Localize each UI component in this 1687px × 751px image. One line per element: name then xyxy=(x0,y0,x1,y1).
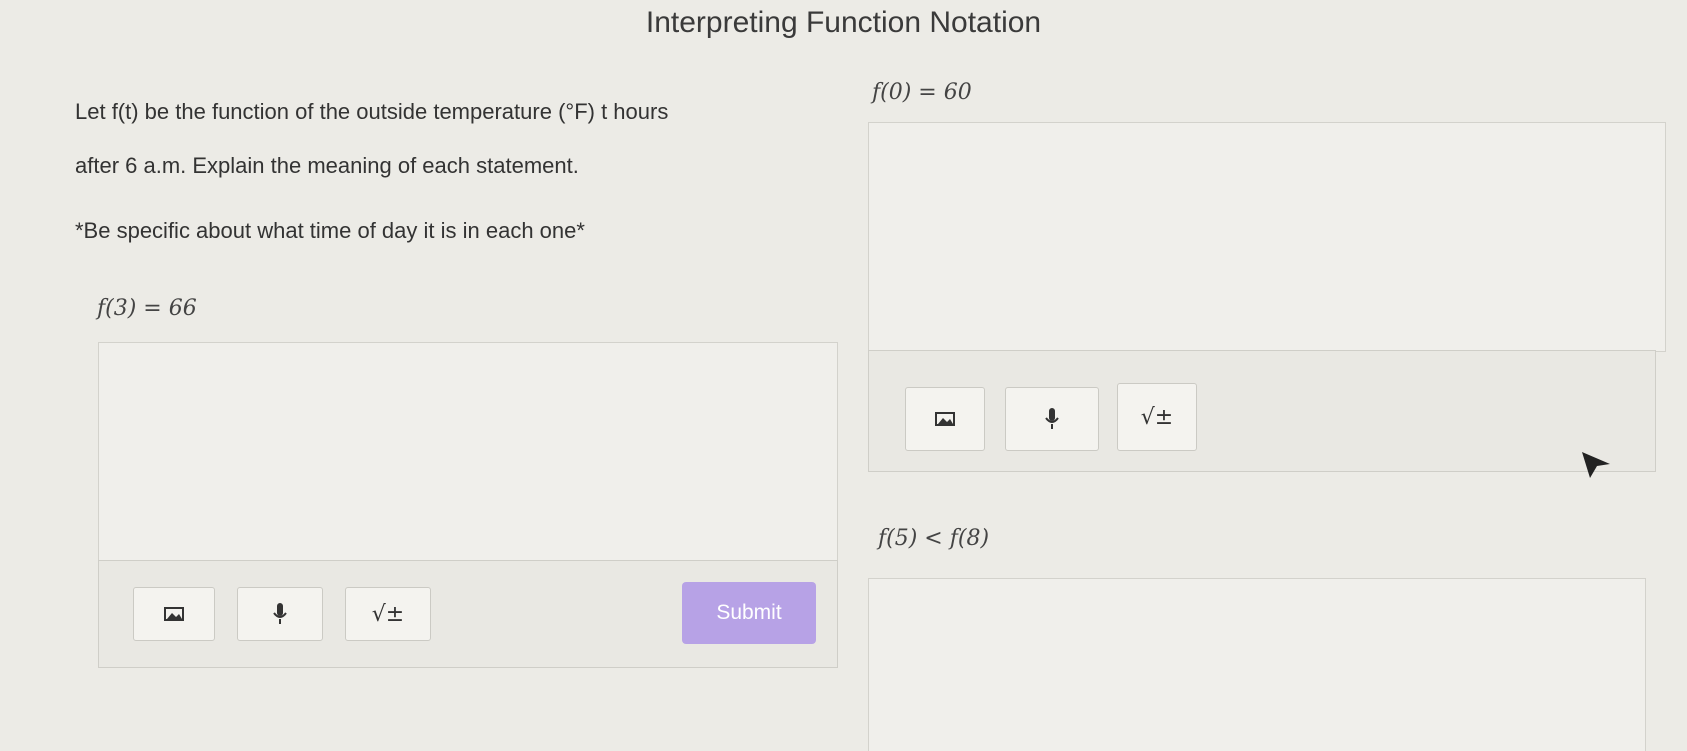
math-icon: √± xyxy=(371,601,405,627)
answer-input-f3[interactable] xyxy=(98,342,838,562)
page-title: Interpreting Function Notation xyxy=(645,6,1042,39)
answer-toolbar-f0: √± xyxy=(868,350,1656,472)
math-input-button[interactable]: √± xyxy=(345,587,431,641)
mouse-cursor-icon xyxy=(1582,452,1610,478)
microphone-icon xyxy=(1045,408,1059,429)
instruction-note: *Be specific about what time of day it i… xyxy=(75,218,585,243)
answer-input-f0[interactable] xyxy=(868,122,1666,352)
image-icon xyxy=(164,607,184,621)
image-icon xyxy=(935,412,955,426)
submit-button[interactable]: Submit xyxy=(682,582,816,644)
insert-image-button[interactable] xyxy=(133,587,215,641)
answer-input-f5-f8[interactable] xyxy=(868,578,1646,751)
microphone-icon xyxy=(273,603,287,624)
question-f0: f(0) = 60 xyxy=(872,80,972,105)
insert-image-button[interactable] xyxy=(905,387,985,451)
question-f5-f8: f(5) < f(8) xyxy=(878,526,990,551)
math-icon: √± xyxy=(1140,404,1174,430)
voice-input-button[interactable] xyxy=(1005,387,1099,451)
question-prompt: Let f(t) be the function of the outside … xyxy=(75,85,815,193)
math-input-button[interactable]: √± xyxy=(1117,383,1197,451)
voice-input-button[interactable] xyxy=(237,587,323,641)
prompt-line-1: Let f(t) be the function of the outside … xyxy=(75,99,669,124)
question-f3: f(3) = 66 xyxy=(97,296,197,321)
prompt-line-2: after 6 a.m. Explain the meaning of each… xyxy=(75,153,579,178)
